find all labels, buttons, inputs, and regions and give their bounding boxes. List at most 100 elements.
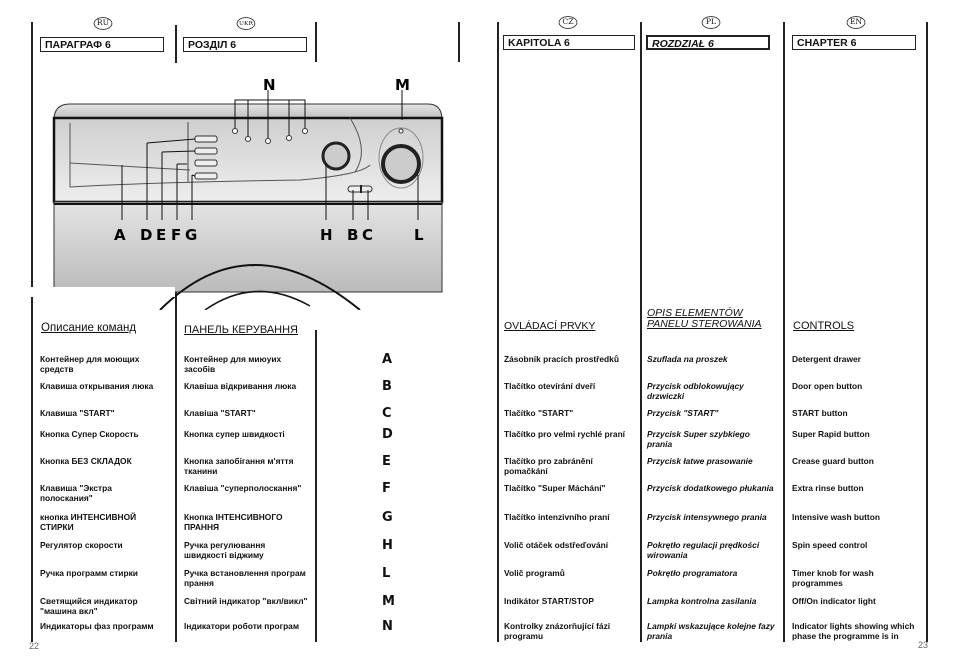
- section-title-ru: Описание команд: [41, 322, 137, 334]
- label-g: G: [185, 226, 197, 244]
- row-letter: D: [382, 427, 393, 442]
- divider: [315, 330, 317, 642]
- label-e: E: [156, 226, 166, 244]
- page-number-left: 22: [29, 641, 40, 651]
- row-cz-description: Kontrolky znázorňující fázi programu: [504, 621, 611, 641]
- row-cz-description: Volič otáček odstřeďování: [504, 540, 609, 550]
- chapter-heading-cz: KAPITOLA 6: [503, 35, 635, 50]
- label-c: C: [362, 226, 373, 244]
- on-off-light: [398, 128, 404, 134]
- row-letter: C: [382, 406, 392, 421]
- lang-badge-en: EN: [846, 16, 866, 29]
- section-title-cz: OVLÁDACÍ PRVKY: [504, 320, 596, 332]
- page-number-right: 23: [918, 640, 929, 650]
- row-letter: G: [382, 510, 393, 525]
- row-ru-description: Контейнер для моющих средств: [40, 354, 140, 374]
- row-letter: H: [382, 538, 393, 553]
- lang-badge-uk: UKR: [236, 17, 256, 30]
- row-pl-description: Pokrętło regulacji prędkości wirowania: [647, 540, 760, 560]
- row-pl-description: Szuflada na proszek: [647, 354, 728, 364]
- row-en-description: Intensive wash button: [792, 512, 880, 522]
- row-en-description: Spin speed control: [792, 540, 868, 550]
- button-f: [194, 159, 218, 167]
- row-uk-description: Ручка регулювання швидкості віджиму: [184, 540, 266, 560]
- row-pl-description: Przycisk "START": [647, 408, 719, 418]
- row-letter: B: [382, 379, 392, 394]
- row-cz-description: Tlačítko pro velmi rychlé praní: [504, 429, 626, 439]
- row-en-description: Off/On indicator light: [792, 596, 876, 606]
- label-d: D: [140, 226, 152, 244]
- label-b: B: [347, 226, 358, 244]
- row-ru-description: Кнопка БЕЗ СКЛАДОК: [40, 456, 132, 466]
- row-ru-description: Регулятор скорости: [40, 540, 123, 550]
- divider: [175, 287, 177, 642]
- button-e: [194, 147, 218, 155]
- label-h: H: [320, 226, 333, 244]
- row-uk-description: Ручка встановлення програм прання: [184, 568, 306, 588]
- row-en-description: Crease guard button: [792, 456, 874, 466]
- chapter-heading-uk: РОЗДІЛ 6: [183, 37, 307, 52]
- row-uk-description: Кнопка ІНТЕНСИВНОГО ПРАННЯ: [184, 512, 283, 532]
- row-letter: E: [382, 454, 391, 469]
- divider: [458, 22, 460, 62]
- row-uk-description: Клавіша "суперполоскання": [184, 483, 302, 493]
- divider: [31, 22, 33, 642]
- divider: [926, 22, 928, 642]
- row-en-description: Door open button: [792, 381, 863, 391]
- divider: [315, 22, 317, 62]
- label-f: F: [171, 226, 181, 244]
- section-title-uk: ПАНЕЛЬ КЕРУВАННЯ: [184, 324, 298, 336]
- row-letter: L: [382, 566, 391, 581]
- divider: [175, 25, 177, 63]
- chapter-heading-pl: ROZDZIAŁ 6: [646, 35, 770, 50]
- section-title-pl: OPIS ELEMENTÓW PANELU STEROWANIA: [647, 307, 762, 330]
- machine-front: [53, 201, 443, 293]
- divider: [783, 22, 785, 642]
- row-ru-description: Клавиша открывания люка: [40, 381, 154, 391]
- row-ru-description: Клавиша "Экстра полоскания": [40, 483, 112, 503]
- row-pl-description: Pokrętło programatora: [647, 568, 738, 578]
- row-uk-description: Клавіша "START": [184, 408, 256, 418]
- row-ru-description: Кнопка Супер Скорость: [40, 429, 139, 439]
- row-cz-description: Volič programů: [504, 568, 565, 578]
- row-uk-description: Індикатори роботи програм: [184, 621, 300, 631]
- row-cz-description: Tlačítko intenzivního praní: [504, 512, 610, 522]
- row-en-description: START button: [792, 408, 848, 418]
- row-cz-description: Indikátor START/STOP: [504, 596, 594, 606]
- row-pl-description: Przycisk Super szybkiego prania: [647, 429, 750, 449]
- row-cz-description: Tlačítko pro zabránění pomačkání: [504, 456, 593, 476]
- button-g: [194, 172, 218, 180]
- row-letter: M: [382, 594, 395, 609]
- row-pl-description: Przycisk łatwe prasowanie: [647, 456, 753, 466]
- spin-speed-knob: [321, 141, 351, 171]
- row-cz-description: Tlačítko otevírání dveří: [504, 381, 596, 391]
- row-cz-description: Zásobník pracích prostředků: [504, 354, 619, 364]
- row-en-description: Extra rinse button: [792, 483, 864, 493]
- lang-badge-ru: RU: [93, 17, 113, 30]
- manual-spread: RU UKR CZ PL EN ПАРАГРАФ 6 РОЗДІЛ 6 KAPI…: [0, 0, 954, 668]
- label-m: M: [395, 76, 410, 94]
- row-en-description: Timer knob for wash programmes: [792, 568, 874, 588]
- section-title-en: CONTROLS: [793, 320, 855, 332]
- row-letter: A: [382, 352, 393, 367]
- row-letter: F: [382, 481, 391, 496]
- lang-badge-pl: PL: [701, 16, 721, 29]
- row-uk-description: Клавіша відкривання люка: [184, 381, 297, 391]
- row-ru-description: кнопка ИНТЕНСИВНОЙ СТИРКИ: [40, 512, 137, 532]
- row-ru-description: Ручка программ стирки: [40, 568, 138, 578]
- row-uk-description: Світний індикатор "вкл/викл": [184, 596, 308, 606]
- lang-badge-cz: CZ: [558, 16, 578, 29]
- row-pl-description: Lampki wskazujące kolejne fazy prania: [647, 621, 775, 641]
- programme-knob: [381, 144, 421, 184]
- row-en-description: Detergent drawer: [792, 354, 861, 364]
- row-cz-description: Tlačítko "Super Máchání": [504, 483, 606, 493]
- label-n: N: [263, 76, 276, 94]
- row-pl-description: Lampka kontrolna zasilania: [647, 596, 757, 606]
- row-letter: N: [382, 619, 393, 634]
- row-uk-description: Кнопка запобігання м'яття тканини: [184, 456, 294, 476]
- divider: [640, 22, 642, 642]
- label-l: L: [414, 226, 424, 244]
- divider: [497, 22, 499, 642]
- button-d: [194, 135, 218, 143]
- chapter-heading-ru: ПАРАГРАФ 6: [40, 37, 164, 52]
